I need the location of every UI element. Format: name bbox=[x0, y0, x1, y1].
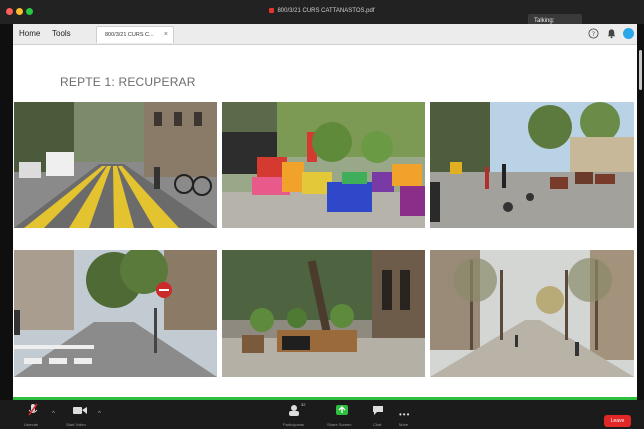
chat-icon bbox=[373, 406, 383, 415]
microphone-muted-icon bbox=[28, 403, 38, 416]
photo-street-stop-sign bbox=[14, 250, 217, 377]
unmute-label: Unmute bbox=[24, 422, 39, 427]
window-titlebar: 800/3/21 CURS CATTANASTOS.pdf Talking: bbox=[0, 0, 644, 28]
video-options-chevron-icon[interactable]: ^ bbox=[98, 411, 101, 417]
start-video-button[interactable] bbox=[72, 403, 88, 421]
more-dots-icon: ••• bbox=[399, 410, 411, 419]
scrollbar[interactable] bbox=[639, 50, 642, 90]
participants-button[interactable]: 32 bbox=[287, 402, 305, 421]
share-screen-label: Share Screen bbox=[327, 422, 352, 427]
chat-label: Chat bbox=[373, 422, 382, 427]
chat-button[interactable] bbox=[372, 403, 384, 421]
more-label: More bbox=[399, 422, 409, 427]
meeting-controls: Unmute ^ Start Video ^ 32 Participants S… bbox=[0, 400, 644, 429]
bell-icon[interactable] bbox=[606, 28, 617, 39]
participants-label: Participants bbox=[283, 422, 304, 427]
share-screen-button[interactable] bbox=[335, 403, 349, 421]
help-icon[interactable]: ? bbox=[588, 28, 599, 39]
participants-icon bbox=[289, 405, 299, 416]
window-title-text: 800/3/21 CURS CATTANASTOS.pdf bbox=[277, 8, 375, 15]
leave-meeting-button[interactable]: Leave bbox=[604, 415, 631, 427]
document-tab[interactable]: 800/3/21 CURS C... × bbox=[96, 26, 174, 43]
unmute-button[interactable] bbox=[28, 403, 38, 422]
start-video-label: Start Video bbox=[66, 422, 86, 427]
photo-superblock-square bbox=[430, 102, 634, 228]
photo-colourful-seating bbox=[222, 102, 425, 228]
share-screen-icon bbox=[336, 405, 348, 415]
page-title: REPTE 1: RECUPERAR bbox=[60, 75, 196, 89]
menu-home[interactable]: Home bbox=[19, 29, 40, 38]
app-toolbar: Home Tools 800/3/21 CURS C... × ? bbox=[13, 24, 637, 45]
video-camera-icon bbox=[73, 407, 87, 414]
menu-tools[interactable]: Tools bbox=[52, 29, 71, 38]
svg-text:?: ? bbox=[592, 30, 595, 38]
tab-close-icon[interactable]: × bbox=[164, 27, 168, 43]
photo-tree-lined-boulevard bbox=[430, 250, 634, 377]
pdf-page: REPTE 1: RECUPERAR bbox=[13, 45, 637, 398]
photo-street-yellow-lanes bbox=[14, 102, 217, 228]
pdf-icon bbox=[269, 8, 275, 13]
photo-tree-planters bbox=[222, 250, 425, 377]
document-tab-label: 800/3/21 CURS C... bbox=[105, 32, 154, 38]
more-button[interactable]: ••• bbox=[399, 410, 410, 419]
audio-options-chevron-icon[interactable]: ^ bbox=[52, 411, 55, 417]
avatar[interactable] bbox=[623, 28, 634, 39]
participants-count: 32 bbox=[301, 402, 306, 407]
